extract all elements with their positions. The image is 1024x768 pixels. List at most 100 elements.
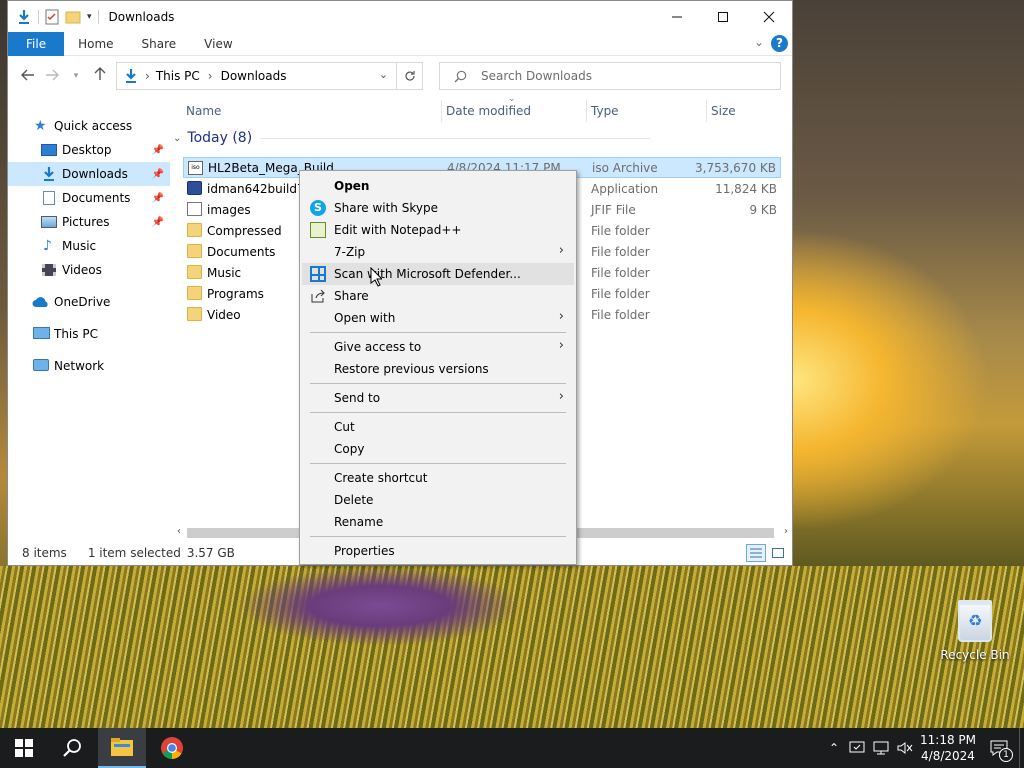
menu-item-label: Properties: [334, 544, 395, 558]
pin-icon[interactable]: 📌: [152, 193, 164, 204]
menu-item-share-with-skype[interactable]: S Share with Skype: [302, 197, 574, 219]
customize-toolbar-icon[interactable]: ▾: [87, 12, 92, 22]
volume-tray-icon[interactable]: [893, 741, 917, 755]
tab-share[interactable]: Share: [128, 32, 191, 56]
menu-item-open-with[interactable]: Open with ›: [302, 307, 574, 329]
pin-icon[interactable]: 📌: [152, 217, 164, 228]
scroll-left-icon[interactable]: ‹: [177, 526, 181, 537]
sidebar-item-downloads[interactable]: Downloads 📌: [8, 162, 170, 186]
defender-tray-icon[interactable]: [845, 741, 869, 755]
sidebar-item-this-pc[interactable]: This PC: [8, 322, 170, 346]
menu-item-give-access-to[interactable]: Give access to ›: [302, 336, 574, 358]
sidebar-item-label: Downloads: [62, 167, 128, 181]
volume-muted-icon: [897, 742, 913, 754]
expand-ribbon-icon[interactable]: ⌄: [754, 35, 764, 49]
menu-item-restore-previous-versions[interactable]: Restore previous versions: [302, 358, 574, 380]
desktop-wallpaper-right: [793, 0, 1024, 566]
menu-item-label: Share with Skype: [334, 201, 438, 215]
start-button[interactable]: [0, 728, 48, 768]
file-type: File folder: [591, 307, 650, 322]
file-size: 3,753,670 KB: [695, 160, 776, 175]
forward-button[interactable]: [40, 67, 64, 85]
sidebar-item-pictures[interactable]: Pictures 📌: [8, 210, 170, 234]
column-header-size[interactable]: Size: [711, 104, 736, 118]
system-tray: ⌃ 11:18 PM 4/8/2024 1: [823, 728, 1024, 768]
up-button[interactable]: [88, 67, 112, 85]
tab-home[interactable]: Home: [64, 32, 127, 56]
file-type: JFIF File: [591, 202, 636, 217]
menu-separator: [310, 332, 566, 333]
file-type: File folder: [591, 286, 650, 301]
address-dropdown-icon[interactable]: ⌄: [379, 68, 388, 81]
maximize-button[interactable]: [700, 1, 746, 32]
menu-item-open[interactable]: Open: [302, 175, 574, 197]
file-explorer-icon: [111, 738, 133, 756]
menu-item-edit-with-notepadpp[interactable]: Edit with Notepad++: [302, 219, 574, 241]
back-button[interactable]: [16, 67, 40, 85]
sidebar-item-music[interactable]: ♪ Music: [8, 234, 170, 258]
scroll-right-icon[interactable]: ›: [784, 526, 788, 537]
sidebar-item-label: Desktop: [62, 143, 112, 157]
group-header-today[interactable]: ⌄ Today (8): [173, 130, 651, 146]
sidebar-item-desktop[interactable]: Desktop 📌: [8, 138, 170, 162]
menu-item-7zip[interactable]: 7-Zip ›: [302, 241, 574, 263]
new-folder-icon[interactable]: [65, 9, 81, 25]
sidebar-item-network[interactable]: Network: [8, 354, 170, 378]
help-icon[interactable]: ?: [771, 35, 788, 52]
column-header-type[interactable]: Type: [591, 104, 619, 118]
file-type: File folder: [591, 265, 650, 280]
up-arrow-icon: [94, 67, 106, 80]
sidebar-item-onedrive[interactable]: OneDrive: [8, 290, 170, 314]
large-icons-view-button[interactable]: [768, 544, 788, 562]
file-explorer-taskbar-button[interactable]: [98, 728, 146, 768]
file-name: Music: [207, 265, 242, 280]
menu-item-cut[interactable]: Cut: [302, 416, 574, 438]
network-tray-icon[interactable]: [869, 741, 893, 755]
breadcrumb-downloads[interactable]: Downloads: [221, 69, 287, 83]
menu-item-create-shortcut[interactable]: Create shortcut: [302, 467, 574, 489]
menu-item-delete[interactable]: Delete: [302, 489, 574, 511]
menu-item-send-to[interactable]: Send to ›: [302, 387, 574, 409]
sidebar-item-quick-access[interactable]: ★ Quick access: [8, 114, 170, 138]
minimize-button[interactable]: [654, 1, 700, 32]
pin-icon[interactable]: 📌: [152, 145, 164, 156]
pin-icon[interactable]: 📌: [152, 169, 164, 180]
recycle-bin-shortcut[interactable]: Recycle Bin: [940, 600, 1010, 662]
details-view-button[interactable]: [746, 544, 766, 562]
clock[interactable]: 11:18 PM 4/8/2024: [917, 732, 979, 764]
navigation-pane: ★ Quick access Desktop 📌 Downloads 📌 Doc…: [8, 96, 170, 541]
sort-indicator-icon: ⌄: [508, 94, 516, 104]
menu-item-properties[interactable]: Properties: [302, 540, 574, 562]
windows-logo-icon: [15, 739, 33, 757]
tab-view[interactable]: View: [190, 32, 246, 56]
menu-item-rename[interactable]: Rename: [302, 511, 574, 533]
computer-icon: [33, 327, 50, 339]
column-header-date[interactable]: Date modified: [446, 104, 531, 118]
breadcrumb-this-pc[interactable]: This PC: [156, 69, 200, 83]
tab-file[interactable]: File: [8, 31, 65, 56]
search-input[interactable]: Search Downloads: [481, 69, 592, 83]
menu-item-copy[interactable]: Copy: [302, 438, 574, 460]
file-name: Programs: [207, 286, 264, 301]
address-bar[interactable]: › This PC › Downloads ⌄: [116, 62, 423, 90]
search-box[interactable]: Search Downloads: [439, 62, 781, 90]
quick-access-toolbar: ▾: [8, 9, 99, 25]
close-button[interactable]: [746, 1, 792, 32]
search-taskbar-button[interactable]: [48, 728, 96, 768]
chrome-icon: [161, 737, 183, 759]
menu-item-label: Scan with Microsoft Defender...: [334, 267, 521, 281]
properties-icon[interactable]: [45, 9, 59, 25]
menu-item-share[interactable]: Share: [302, 285, 574, 307]
mouse-cursor-icon: [370, 267, 382, 287]
chrome-taskbar-button[interactable]: [148, 728, 196, 768]
sidebar-item-videos[interactable]: Videos: [8, 258, 170, 282]
refresh-button[interactable]: [396, 63, 422, 89]
ribbon-tabs: File Home Share View ⌄ ?: [8, 31, 792, 56]
column-header-name[interactable]: Name: [186, 104, 221, 118]
recent-locations-icon[interactable]: ▾: [64, 71, 88, 81]
notification-center-button[interactable]: 1: [979, 740, 1019, 762]
menu-item-scan-with-defender[interactable]: Scan with Microsoft Defender...: [302, 263, 574, 285]
iso-file-icon: iso: [188, 161, 203, 175]
sidebar-item-documents[interactable]: Documents 📌: [8, 186, 170, 210]
show-hidden-icons-icon[interactable]: ⌃: [823, 741, 845, 755]
